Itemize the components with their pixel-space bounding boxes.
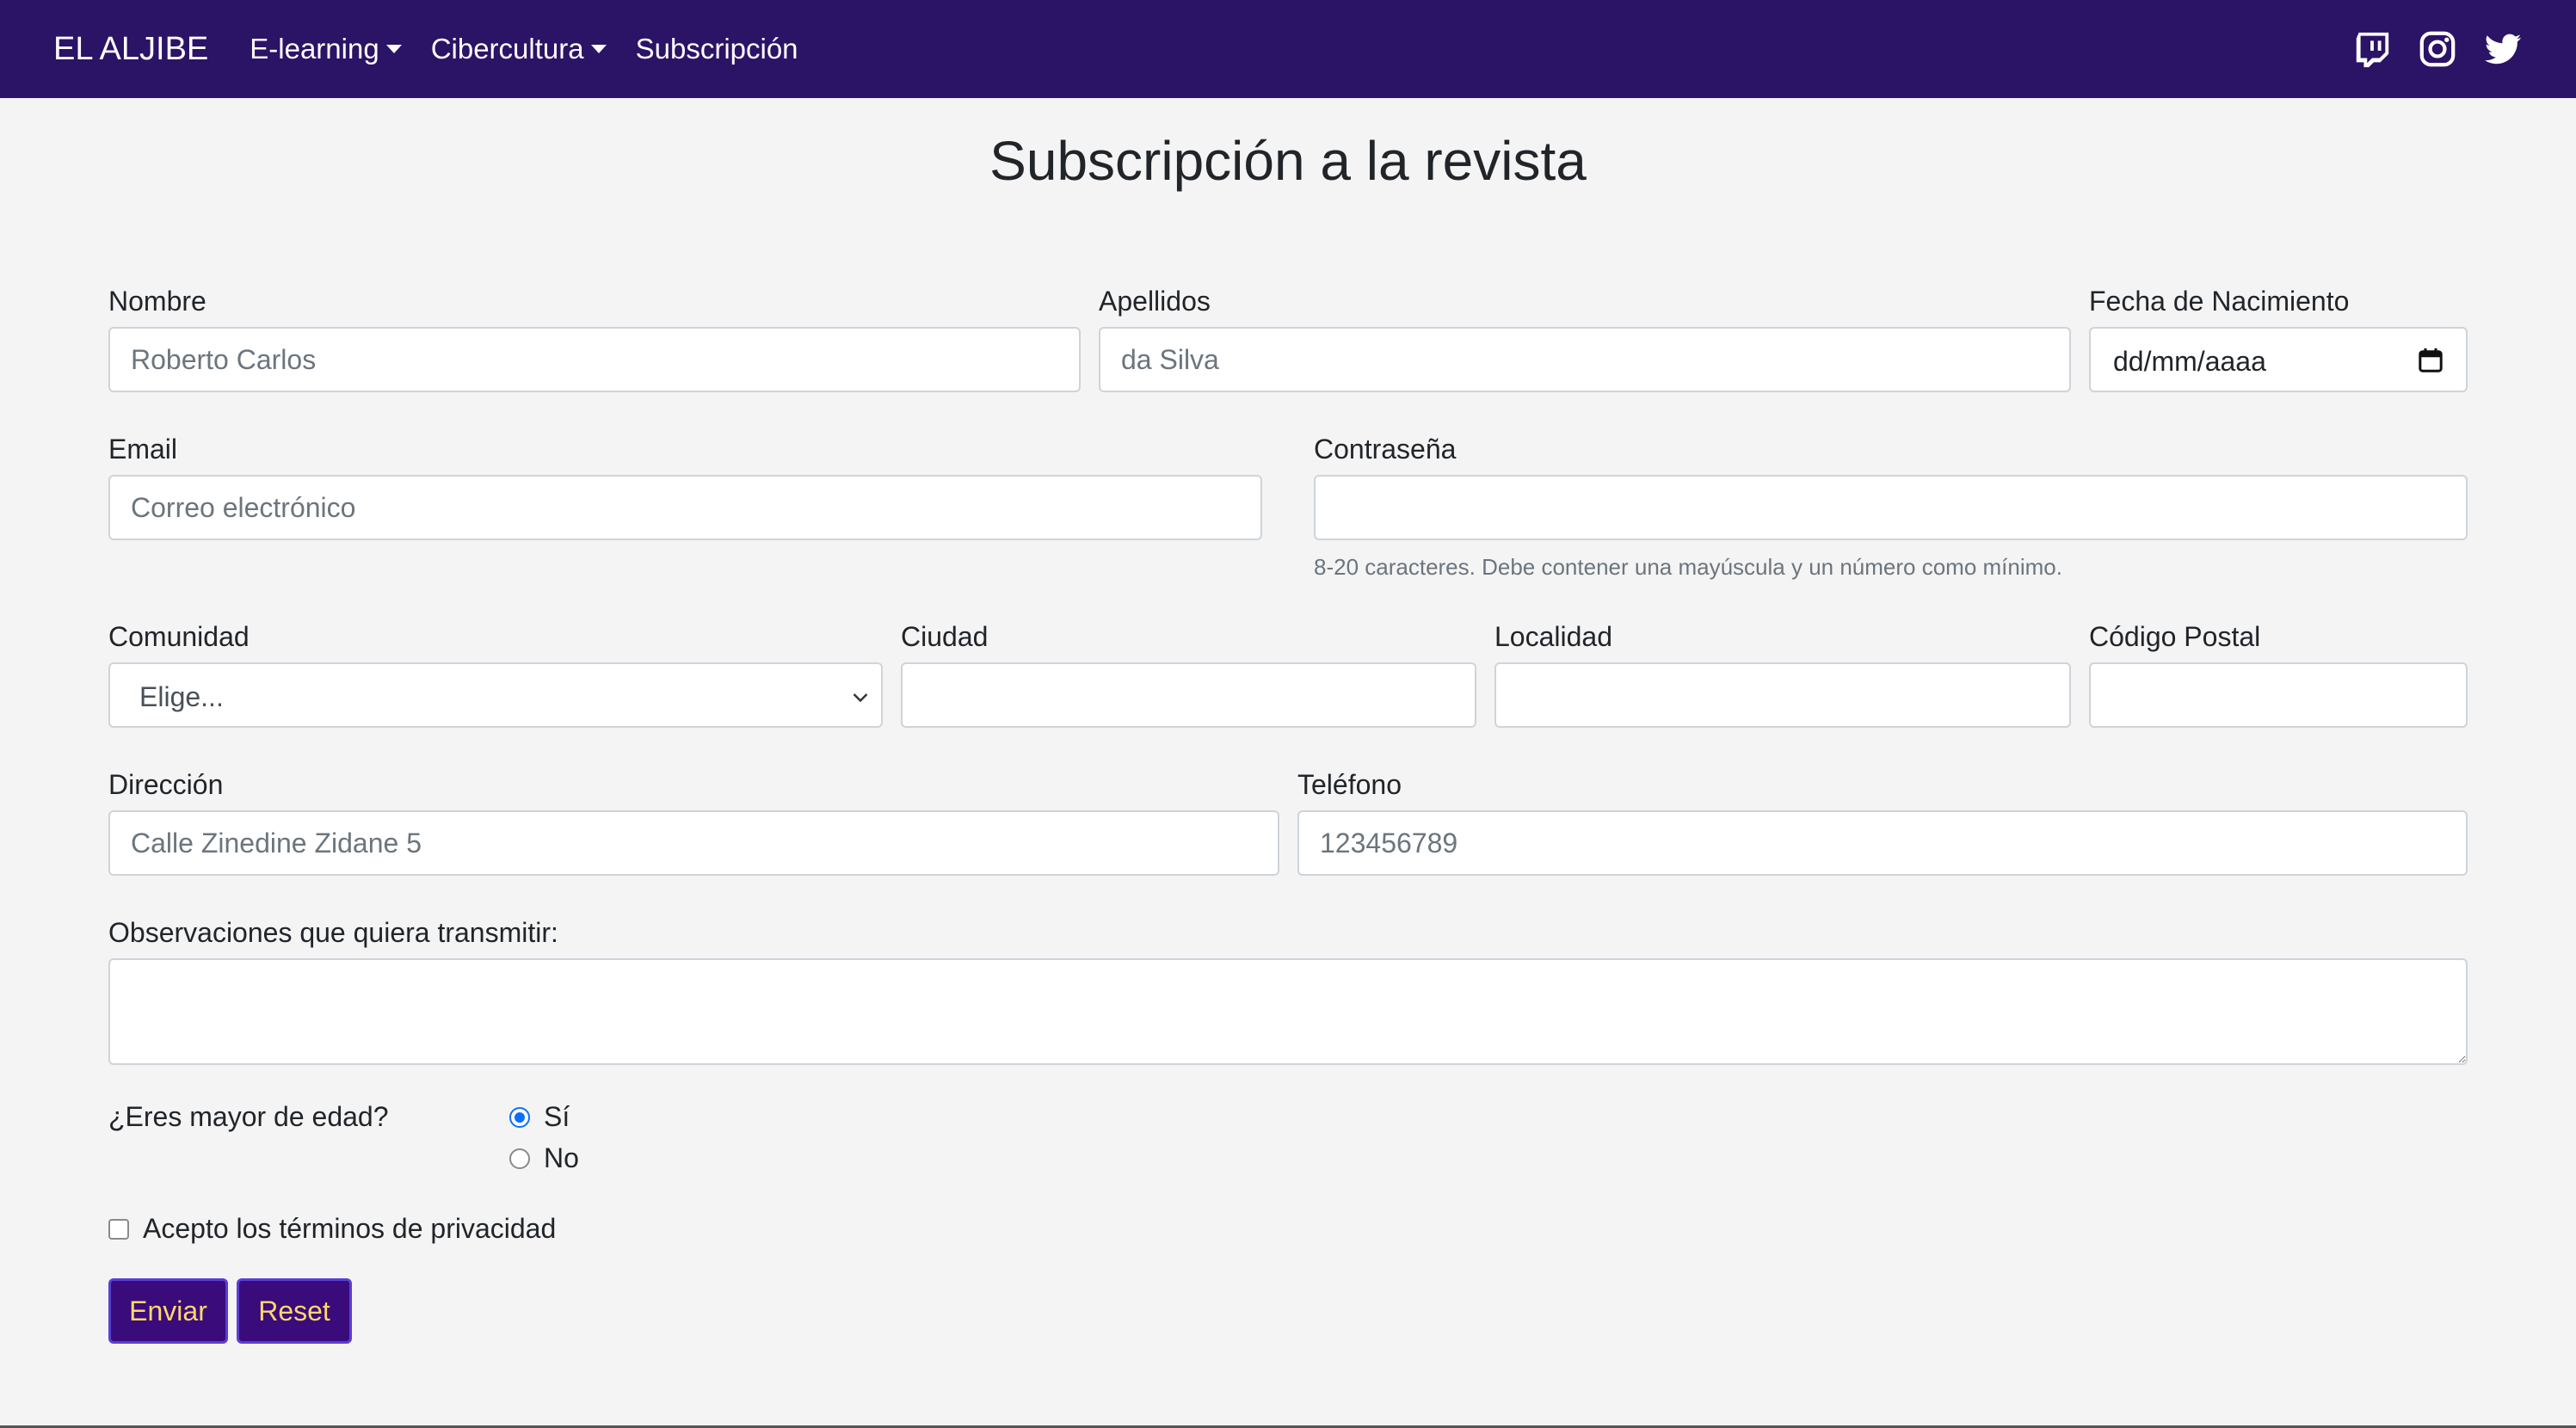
nav-item-label: Subscripción [635,33,798,65]
radio-si[interactable] [509,1106,530,1128]
direccion-input[interactable] [108,810,1279,876]
apellidos-group: Apellidos [1099,280,2071,401]
password-help-text: 8-20 caracteres. Debe contener una mayús… [1314,554,2062,580]
instagram-icon[interactable] [2418,29,2457,69]
codigo-postal-label: Código Postal [2089,621,2261,652]
twitter-icon[interactable] [2483,29,2523,69]
radio-no-label: No [544,1142,579,1173]
localidad-group: Localidad [1494,616,2071,736]
codigo-postal-group: Código Postal [2089,616,2468,736]
password-group: Contraseña 8-20 caracteres. Debe contene… [1314,428,2468,592]
ciudad-label: Ciudad [901,621,989,652]
fecha-group: Fecha de Nacimiento dd/mm/aaaa [2089,280,2468,401]
fecha-value: dd/mm/aaaa [2113,346,2266,377]
social-icons [2326,29,2523,69]
observaciones-group: Observaciones que quiera transmitir: [108,912,2468,1075]
apellidos-input[interactable] [1099,327,2071,392]
fecha-date-input[interactable]: dd/mm/aaaa [2089,327,2468,392]
terminos-label: Acepto los términos de privacidad [143,1213,557,1244]
nombre-input[interactable] [108,327,1081,392]
telefono-label: Teléfono [1297,769,1402,800]
apellidos-label: Apellidos [1099,286,1211,317]
direccion-group: Dirección [108,764,1279,884]
caret-down-icon [385,45,402,53]
email-group: Email [108,428,1262,549]
localidad-label: Localidad [1494,621,1612,652]
comunidad-label: Comunidad [108,621,250,652]
comunidad-select[interactable]: Elige... [108,662,883,728]
reset-button[interactable]: Reset [237,1278,352,1344]
comunidad-group: Comunidad Elige... [108,616,883,736]
twitch-icon[interactable] [2352,29,2392,69]
nombre-group: Nombre [108,280,1081,401]
nav-item-label: Cibercultura [430,33,584,65]
nombre-label: Nombre [108,286,206,317]
terminos-option[interactable]: Acepto los términos de privacidad [108,1213,556,1245]
radio-si-option[interactable]: Sí [509,1101,570,1133]
localidad-input[interactable] [1494,662,2071,728]
nav-elearning-dropdown[interactable]: E-learning [250,33,402,65]
radio-si-label: Sí [544,1101,570,1132]
page-title: Subscripción a la revista [989,130,1587,192]
password-label: Contraseña [1314,434,1457,465]
nav-cibercultura-dropdown[interactable]: Cibercultura [431,33,607,65]
radio-no[interactable] [509,1148,530,1169]
ciudad-input[interactable] [901,662,1476,728]
caret-down-icon [590,45,607,53]
telefono-input[interactable] [1297,810,2468,876]
direccion-label: Dirección [108,769,224,800]
terminos-checkbox[interactable] [108,1218,129,1240]
comunidad-selected: Elige... [139,681,224,712]
nav-subscripcion-link[interactable]: Subscripción [636,33,798,65]
observaciones-textarea[interactable] [108,958,2468,1065]
password-input[interactable] [1314,475,2468,540]
observaciones-label: Observaciones que quiera transmitir: [108,917,558,948]
codigo-postal-input[interactable] [2089,662,2468,728]
nav-item-label: E-learning [250,33,379,65]
ciudad-group: Ciudad [901,616,1476,736]
calendar-icon[interactable] [2418,348,2444,373]
chevron-down-icon [853,693,868,703]
enviar-button[interactable]: Enviar [108,1278,228,1344]
fecha-label: Fecha de Nacimiento [2089,286,2350,317]
radio-no-option[interactable]: No [509,1142,579,1174]
navbar: EL ALJIBE E-learning Cibercultura Subscr… [0,0,2576,98]
email-input[interactable] [108,475,1262,540]
email-label: Email [108,434,178,465]
brand-link[interactable]: EL ALJIBE [53,31,208,68]
mayor-edad-label: ¿Eres mayor de edad? [108,1101,389,1132]
telefono-group: Teléfono [1297,764,2468,884]
